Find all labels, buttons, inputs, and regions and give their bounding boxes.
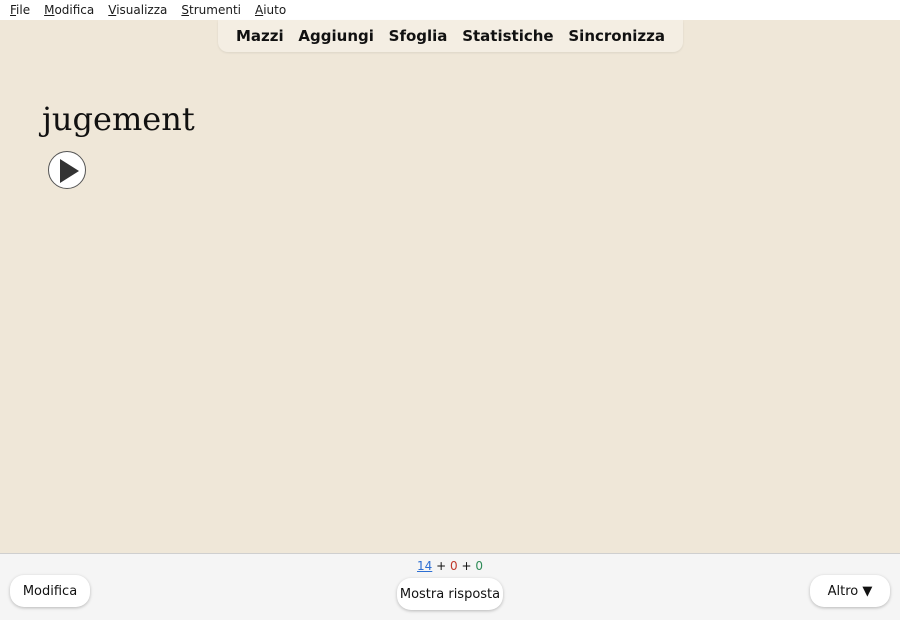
count-separator: + — [461, 559, 472, 573]
new-count[interactable]: 14 — [417, 559, 432, 573]
browse-link[interactable]: Sfoglia — [389, 27, 448, 45]
count-separator: + — [436, 559, 447, 573]
menu-tools[interactable]: Strumenti — [181, 3, 241, 17]
more-button[interactable]: Altro ▼ — [810, 575, 890, 607]
menu-bar: File Modifica Visualizza Strumenti Aiuto — [0, 0, 900, 20]
menu-file-label: ile — [16, 3, 31, 17]
menu-view[interactable]: Visualizza — [108, 3, 167, 17]
learn-count: 0 — [450, 559, 458, 573]
play-icon — [60, 159, 79, 183]
decks-link[interactable]: Mazzi — [236, 27, 284, 45]
card-front-text: jugement — [42, 100, 195, 138]
menu-help[interactable]: Aiuto — [255, 3, 286, 17]
menu-tools-label: trumenti — [189, 3, 241, 17]
main-toolbar: Mazzi Aggiungi Sfoglia Statistiche Sincr… — [218, 20, 683, 52]
menu-file[interactable]: File — [10, 3, 30, 17]
stats-link[interactable]: Statistiche — [462, 27, 553, 45]
bottom-bar: 14 + 0 + 0 Modifica Mostra risposta Altr… — [0, 553, 900, 620]
sync-link[interactable]: Sincronizza — [568, 27, 665, 45]
play-audio-button[interactable] — [48, 151, 86, 189]
review-count: 0 — [475, 559, 483, 573]
menu-edit-accel: M — [44, 3, 55, 17]
edit-button[interactable]: Modifica — [10, 575, 90, 607]
card-area: jugement — [0, 52, 900, 553]
add-link[interactable]: Aggiungi — [298, 27, 373, 45]
menu-edit-label: odifica — [54, 3, 95, 17]
menu-help-label: iuto — [263, 3, 287, 17]
menu-view-label: isualizza — [116, 3, 168, 17]
menu-help-accel: A — [254, 3, 264, 17]
menu-edit[interactable]: Modifica — [44, 3, 94, 17]
show-answer-button[interactable]: Mostra risposta — [397, 578, 503, 610]
menu-tools-accel: S — [181, 3, 190, 17]
due-counts: 14 + 0 + 0 — [0, 559, 900, 573]
